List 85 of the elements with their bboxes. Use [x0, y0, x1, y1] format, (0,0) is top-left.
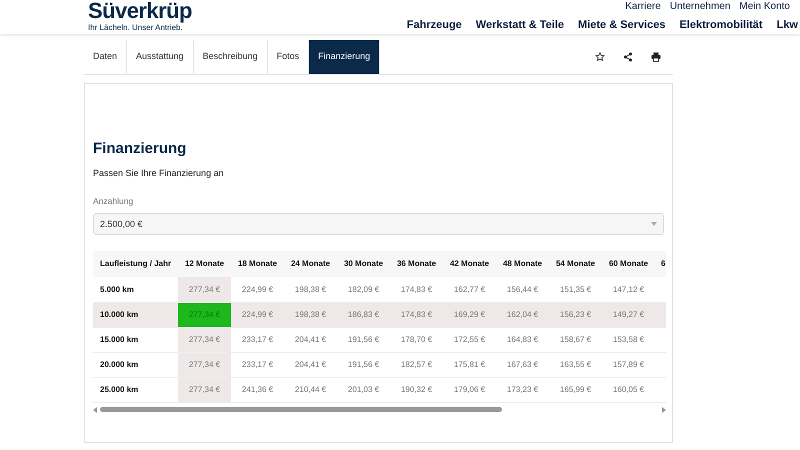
rate-cell[interactable]: 163,55 €: [549, 352, 602, 378]
star-icon[interactable]: [595, 52, 605, 62]
rate-cell[interactable]: 210,44 €: [284, 377, 337, 402]
column-header[interactable]: 12 Monate: [184, 259, 224, 268]
column-header[interactable]: 54 Monate: [556, 259, 596, 268]
tagline: Ihr Lächeln. Unser Antrieb.: [88, 23, 184, 33]
rate-cell[interactable]: 174,83 €: [390, 277, 443, 302]
rate-cell[interactable]: 162,77 €: [443, 277, 496, 302]
header-link[interactable]: Karriere: [625, 1, 661, 13]
rate-cell[interactable]: 179,06 €: [443, 377, 496, 402]
rate-cell[interactable]: 277,34 €: [178, 327, 231, 352]
nav-link[interactable]: Elektromobilität: [679, 18, 763, 32]
tab[interactable]: Ausstattung: [127, 40, 194, 74]
tab[interactable]: Daten: [84, 40, 128, 74]
scrollbar[interactable]: [93, 404, 666, 415]
rate-cell[interactable]: 224,99 €: [231, 302, 284, 328]
rate-cell[interactable]: 164,83 €: [496, 327, 549, 352]
rate-cell[interactable]: 198,38 €: [284, 302, 337, 328]
rate-cell[interactable]: 277,34 €: [178, 352, 231, 378]
header-link[interactable]: Unternehmen: [670, 1, 730, 13]
column-header[interactable]: 42 Monate: [450, 259, 490, 268]
rate-cell[interactable]: 204,41 €: [284, 352, 337, 378]
rate-cell[interactable]: 167,63 €: [496, 352, 549, 378]
scroll-right-icon[interactable]: [662, 406, 666, 413]
rate-cell[interactable]: 182,09 €: [337, 277, 390, 302]
rate-cell[interactable]: 186,83 €: [337, 302, 390, 328]
rate-cell[interactable]: 277,34 €: [178, 277, 231, 302]
column-header[interactable]: 60 Monate: [608, 259, 648, 268]
rate-cell[interactable]: 174,83 €: [390, 302, 443, 328]
rate-cell[interactable]: 178,70 €: [390, 327, 443, 352]
rate-cell[interactable]: 156,44 €: [496, 277, 549, 302]
column-header[interactable]: 18 Monate: [238, 259, 278, 268]
rate-cell[interactable]: 165,99 €: [549, 377, 602, 402]
logo[interactable]: Süverkrüp: [88, 0, 192, 22]
rate-cell[interactable]: 201,03 €: [337, 377, 390, 402]
row-header: 25.000 km: [93, 377, 178, 402]
header-link[interactable]: Mein Konto: [739, 1, 790, 13]
rate-cell[interactable]: 241,36 €: [231, 377, 284, 402]
nav-link[interactable]: Miete & Services: [578, 18, 666, 32]
rate-cell[interactable]: 204,41 €: [284, 327, 337, 352]
tab[interactable]: Beschreibung: [194, 40, 268, 74]
tab[interactable]: Finanzierung: [309, 40, 380, 74]
column-header[interactable]: 36 Monate: [396, 259, 436, 268]
rate-cell[interactable]: 162,04 €: [496, 302, 549, 328]
rate-cell[interactable]: 149,27 €: [602, 302, 655, 328]
rate-cell[interactable]: 169,29 €: [443, 302, 496, 328]
rate-cell[interactable]: 277,34 €: [178, 377, 231, 402]
column-header[interactable]: 24 Monate: [290, 259, 330, 268]
rate-cell[interactable]: 147,12 €: [602, 277, 655, 302]
rate-cell[interactable]: 182,57 €: [390, 352, 443, 378]
column-header[interactable]: 30 Monate: [344, 259, 384, 268]
rate-cell[interactable]: 191,56 €: [337, 327, 390, 352]
row-header: 5.000 km: [93, 277, 178, 302]
row-header: 10.000 km: [93, 302, 178, 328]
section-subtitle: Passen Sie Ihre Finanzierung an: [93, 167, 225, 180]
share-icon[interactable]: [623, 52, 633, 62]
printer-icon[interactable]: [651, 52, 661, 62]
section-heading: Finanzierung: [93, 140, 188, 158]
rate-cell[interactable]: 160,05 €: [602, 377, 655, 402]
column-header[interactable]: 48 Monate: [502, 259, 542, 268]
rate-cell[interactable]: 224,99 €: [231, 277, 284, 302]
rate-cell[interactable]: 191,56 €: [337, 352, 390, 378]
rate-cell[interactable]: 151,35 €: [549, 277, 602, 302]
scroll-left-icon[interactable]: [93, 406, 97, 413]
down-payment-select[interactable]: 2.500,00 €: [93, 213, 664, 236]
rate-cell[interactable]: 153,58 €: [602, 327, 655, 352]
rate-cell[interactable]: 198,38 €: [284, 277, 337, 302]
nav-link[interactable]: Fahrzeuge: [406, 18, 462, 32]
field-label: Anzahlung: [93, 194, 134, 208]
rate-cell[interactable]: 233,17 €: [231, 352, 284, 378]
rate-cell[interactable]: 233,17 €: [231, 327, 284, 352]
rate-cell[interactable]: 157,89 €: [602, 352, 655, 378]
row-header: 15.000 km: [93, 327, 178, 352]
caret-icon: [651, 222, 657, 226]
row-header: 20.000 km: [93, 352, 178, 378]
rate-cell[interactable]: 158,67 €: [549, 327, 602, 352]
rate-cell[interactable]: 173,23 €: [496, 377, 549, 402]
rate-cell[interactable]: 156,23 €: [549, 302, 602, 328]
nav-link[interactable]: Werkstatt & Teile: [476, 18, 564, 32]
column-header[interactable]: 6: [661, 259, 666, 268]
rate-cell[interactable]: 190,32 €: [390, 377, 443, 402]
column-header[interactable]: Laufleistung / Jahr: [100, 259, 172, 268]
nav-link[interactable]: Lkw: [776, 18, 798, 32]
rate-cell[interactable]: 175,81 €: [443, 352, 496, 378]
rate-cell[interactable]: 172,55 €: [443, 327, 496, 352]
